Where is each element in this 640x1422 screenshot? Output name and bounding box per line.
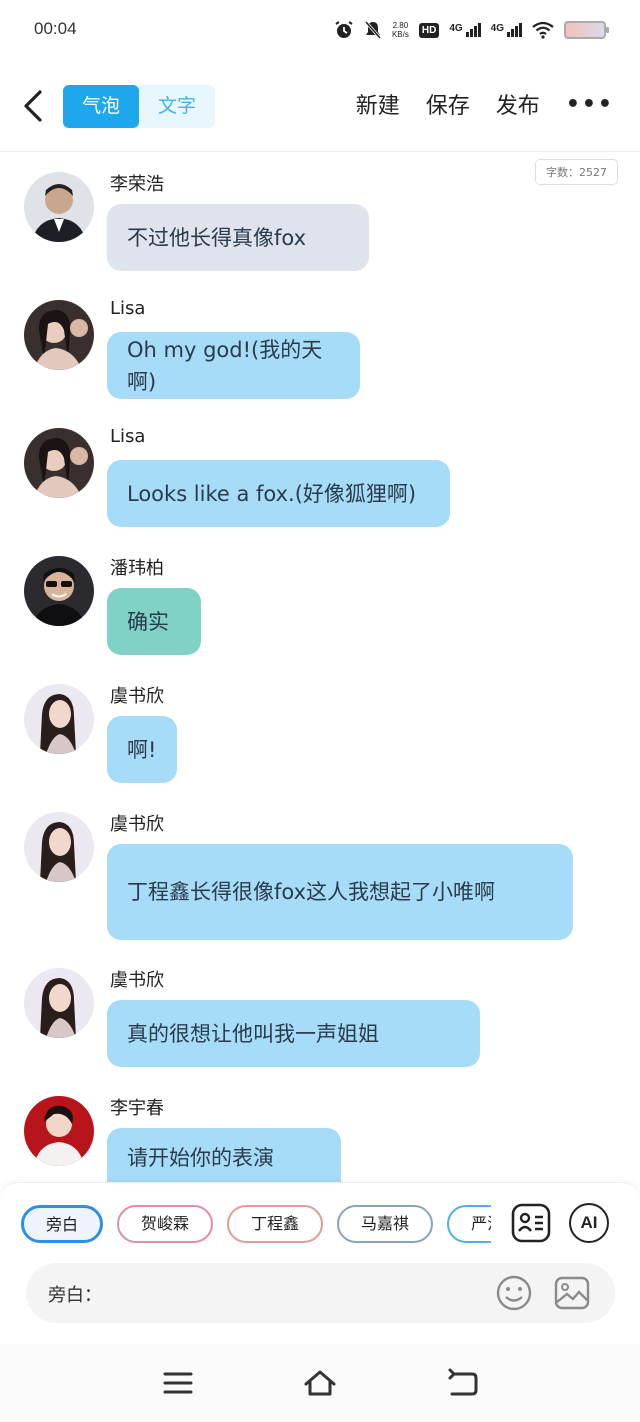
role-chip-narration[interactable]: 旁白 [21, 1205, 104, 1243]
mute-bell-icon [364, 21, 382, 39]
message-bubble[interactable]: 真的很想让他叫我一声姐姐 [107, 1000, 480, 1067]
save-button[interactable]: 保存 [426, 88, 470, 120]
avatar[interactable] [24, 968, 94, 1038]
status-time: 00:04 [34, 19, 77, 38]
toolbar-actions: 新建 保存 发布 ••• [356, 88, 614, 120]
sender-name: 虞书欣 [110, 814, 164, 835]
message-input[interactable] [104, 1275, 484, 1311]
message-bubble[interactable]: 确实 [107, 588, 201, 655]
message-bubble[interactable]: 请开始你的表演 [107, 1128, 341, 1188]
back-arrow-icon[interactable] [18, 86, 48, 126]
avatar[interactable] [24, 172, 94, 242]
word-count-badge: 字数：2527 [535, 159, 618, 185]
system-nav-bar [0, 1344, 640, 1422]
editor-toolbar: 气泡 文字 新建 保存 发布 ••• [0, 60, 640, 152]
message-bubble[interactable]: 不过他长得真像fox [107, 204, 369, 271]
avatar[interactable] [24, 684, 94, 754]
wifi-icon [532, 21, 554, 39]
sender-name: 李荣浩 [110, 174, 164, 195]
tab-text[interactable]: 文字 [139, 85, 215, 128]
sender-name: Lisa [110, 298, 146, 319]
sender-name: 潘玮柏 [110, 558, 164, 579]
message-bubble[interactable]: Oh my god!(我的天啊) [107, 332, 360, 399]
mode-switch: 气泡 文字 [63, 85, 215, 128]
role-chip[interactable]: 丁程鑫 [227, 1205, 324, 1243]
role-card-icon[interactable] [511, 1203, 551, 1243]
signal-sim2: 4G [491, 23, 522, 37]
new-button[interactable]: 新建 [356, 88, 400, 120]
sender-name: 李宇春 [110, 1098, 164, 1119]
message-input-row: 旁白： [26, 1263, 615, 1323]
role-chip[interactable]: 马嘉祺 [337, 1205, 434, 1243]
image-picker-icon[interactable] [553, 1274, 591, 1312]
battery-icon [564, 21, 609, 39]
message-bubble[interactable]: 丁程鑫长得很像fox这人我想起了小唯啊 [107, 844, 573, 940]
sender-name: 虞书欣 [110, 686, 164, 707]
avatar[interactable] [24, 300, 94, 370]
avatar[interactable] [24, 812, 94, 882]
signal-sim1: 4G [449, 23, 481, 37]
status-icons: 2.80 KB/s HD 4G 4G [334, 20, 609, 40]
publish-button[interactable]: 发布 [496, 88, 540, 120]
composer-panel: 旁白 贺峻霖 丁程鑫 马嘉祺 严浩 AI 旁白： [0, 1182, 640, 1344]
tab-bubble[interactable]: 气泡 [63, 85, 139, 128]
message-bubble[interactable]: 啊! [107, 716, 177, 783]
back-icon[interactable] [444, 1366, 480, 1400]
net-speed: 2.80 KB/s [391, 21, 409, 39]
home-icon[interactable] [302, 1366, 338, 1400]
more-options-button[interactable]: ••• [566, 92, 614, 117]
hd-voice-badge: HD [418, 22, 440, 38]
sender-name: Lisa [110, 426, 146, 447]
avatar[interactable] [24, 556, 94, 626]
sender-name: 虞书欣 [110, 970, 164, 991]
emoji-icon[interactable] [495, 1274, 533, 1312]
role-selector: 旁白 贺峻霖 丁程鑫 马嘉祺 严浩 [21, 1205, 491, 1245]
role-chip[interactable]: 贺峻霖 [117, 1205, 214, 1243]
message-bubble[interactable]: Looks like a fox.(好像狐狸啊) [107, 460, 450, 527]
avatar[interactable] [24, 1096, 94, 1166]
ai-button[interactable]: AI [569, 1203, 609, 1243]
avatar[interactable] [24, 428, 94, 498]
input-role-label: 旁白： [48, 1285, 102, 1306]
menu-icon[interactable] [160, 1366, 196, 1400]
role-chip[interactable]: 严浩 [447, 1205, 491, 1243]
alarm-icon [335, 21, 353, 38]
status-bar: 00:04 2.80 KB/s HD 4G 4G [0, 0, 640, 60]
